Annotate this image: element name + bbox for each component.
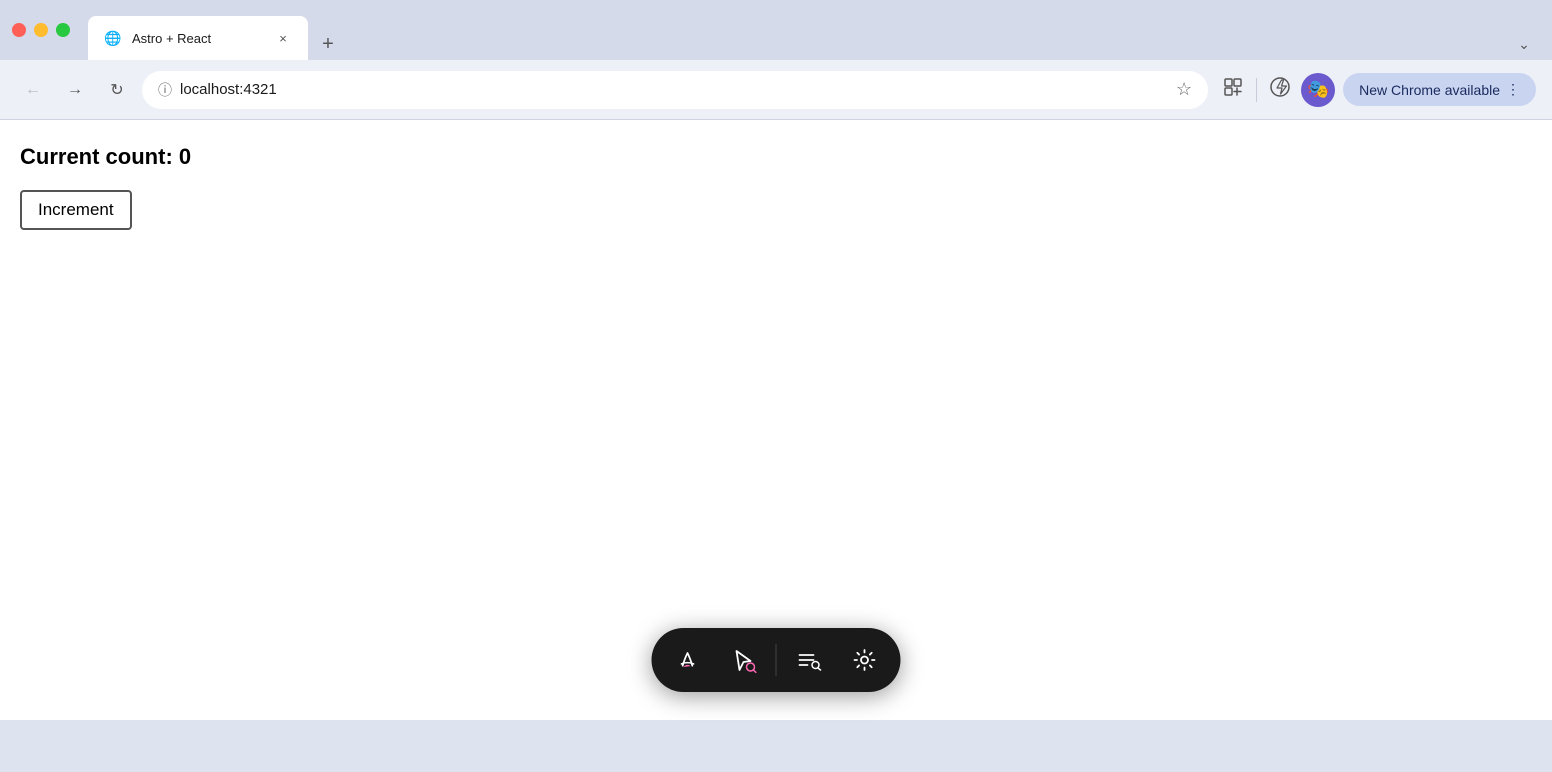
astro-toolbar-button[interactable] (662, 634, 714, 686)
cursor-icon (731, 647, 757, 673)
avatar-image: 🎭 (1307, 79, 1329, 100)
list-search-icon (796, 647, 822, 673)
settings-toolbar-button[interactable] (839, 634, 891, 686)
count-display: Current count: 0 (20, 144, 1532, 170)
new-tab-button[interactable]: + (312, 28, 344, 60)
tab-close-button[interactable]: × (274, 29, 292, 47)
extension2-button[interactable] (1263, 73, 1297, 107)
tab-bar: 🌐 Astro + React × + ⌄ (88, 0, 1540, 60)
increment-button[interactable]: Increment (20, 190, 132, 230)
new-chrome-more-icon: ⋮ (1506, 81, 1520, 98)
extension1-button[interactable] (1216, 73, 1250, 107)
nav-bar: ← → ↻ ⓘ localhost:4321 ☆ (0, 60, 1552, 120)
new-chrome-button[interactable]: New Chrome available ⋮ (1343, 73, 1536, 106)
traffic-lights (12, 23, 70, 37)
title-bar: 🌐 Astro + React × + ⌄ (0, 0, 1552, 60)
close-button[interactable] (12, 23, 26, 37)
address-text: localhost:4321 (180, 81, 1168, 98)
forward-icon: → (67, 81, 83, 99)
forward-button[interactable]: → (58, 73, 92, 107)
maximize-button[interactable] (56, 23, 70, 37)
nav-actions: 🎭 (1216, 73, 1335, 107)
gear-icon (852, 647, 878, 673)
info-icon[interactable]: ⓘ (158, 80, 172, 100)
nav-divider (1256, 78, 1257, 102)
lightning-icon (1269, 76, 1291, 103)
new-chrome-label: New Chrome available (1359, 82, 1500, 98)
back-icon: ← (25, 81, 41, 99)
tab-title: Astro + React (132, 31, 264, 46)
components-toolbar-button[interactable] (783, 634, 835, 686)
inspect-toolbar-button[interactable] (718, 634, 770, 686)
page-content: Current count: 0 Increment (0, 120, 1552, 720)
active-tab[interactable]: 🌐 Astro + React × (88, 16, 308, 60)
address-bar[interactable]: ⓘ localhost:4321 ☆ (142, 71, 1208, 109)
profile-avatar[interactable]: 🎭 (1301, 73, 1335, 107)
back-button[interactable]: ← (16, 73, 50, 107)
tab-favicon: 🌐 (104, 29, 122, 47)
extension1-icon (1222, 76, 1244, 103)
tab-list-button[interactable]: ⌄ (1508, 28, 1540, 60)
reload-icon: ↻ (110, 80, 123, 100)
astro-icon (674, 646, 702, 674)
toolbar-divider (776, 644, 777, 676)
dev-toolbar (652, 628, 901, 692)
minimize-button[interactable] (34, 23, 48, 37)
bookmark-icon[interactable]: ☆ (1176, 79, 1192, 100)
reload-button[interactable]: ↻ (100, 73, 134, 107)
